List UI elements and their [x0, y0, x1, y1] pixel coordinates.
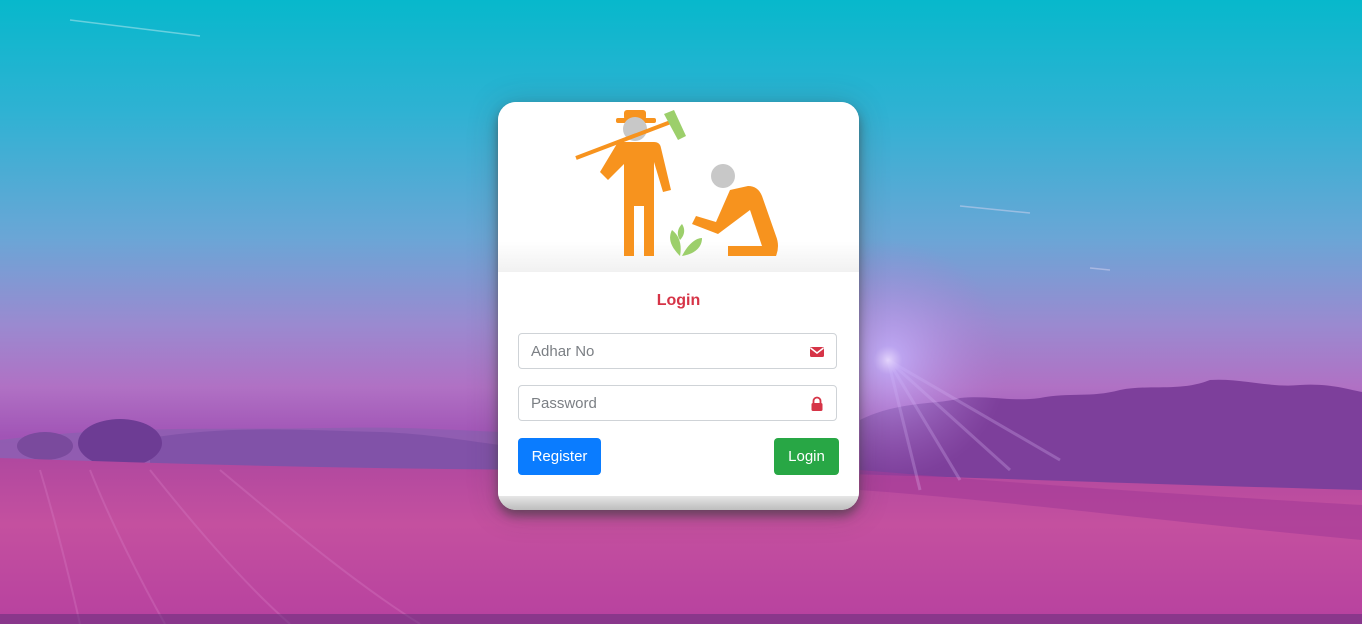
lock-icon [811, 396, 823, 411]
adhar-input[interactable] [519, 334, 811, 368]
envelope-icon [810, 347, 824, 357]
login-form: Login Register Login [498, 0, 859, 624]
adhar-field[interactable] [518, 333, 837, 369]
login-button[interactable]: Login [774, 438, 839, 475]
password-field[interactable] [518, 385, 837, 421]
password-input[interactable] [519, 386, 811, 420]
login-title: Login [656, 292, 701, 309]
register-button[interactable]: Register [518, 438, 601, 475]
